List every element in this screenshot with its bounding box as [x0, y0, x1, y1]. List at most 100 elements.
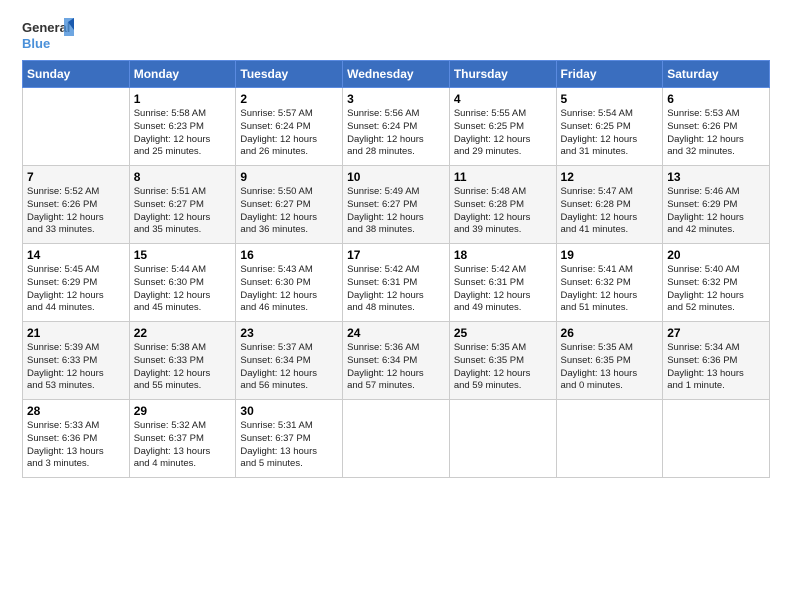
day-info: Sunrise: 5:57 AM Sunset: 6:24 PM Dayligh… [240, 108, 338, 159]
logo: General Blue [22, 18, 74, 54]
calendar-cell [343, 400, 450, 478]
day-info: Sunrise: 5:53 AM Sunset: 6:26 PM Dayligh… [667, 108, 765, 159]
weekday-header-thursday: Thursday [449, 61, 556, 88]
day-number: 3 [347, 92, 445, 106]
calendar-cell: 15 Sunrise: 5:44 AM Sunset: 6:30 PM Dayli… [129, 244, 236, 322]
calendar-cell: 19Sunrise: 5:41 AM Sunset: 6:32 PM Dayli… [556, 244, 663, 322]
day-number: 21 [27, 326, 125, 340]
day-number: 12 [561, 170, 659, 184]
calendar-table: SundayMondayTuesdayWednesdayThursdayFrid… [22, 60, 770, 478]
day-number: 25 [454, 326, 552, 340]
day-info: Sunrise: 5:42 AM Sunset: 6:31 PM Dayligh… [454, 264, 552, 315]
week-row-1: 1 Sunrise: 5:58 AM Sunset: 6:23 PM Daylig… [23, 88, 770, 166]
weekday-header-tuesday: Tuesday [236, 61, 343, 88]
logo-svg: General Blue [22, 18, 74, 54]
day-info: Sunrise: 5:34 AM Sunset: 6:36 PM Dayligh… [667, 342, 765, 393]
page-container: General Blue SundayMondayTuesdayWednesda… [0, 0, 792, 492]
calendar-cell: 20 Sunrise: 5:40 AM Sunset: 6:32 PM Dayli… [663, 244, 770, 322]
day-number: 9 [240, 170, 338, 184]
weekday-header-monday: Monday [129, 61, 236, 88]
day-number: 10 [347, 170, 445, 184]
calendar-cell: 26Sunrise: 5:35 AM Sunset: 6:35 PM Dayli… [556, 322, 663, 400]
day-info: Sunrise: 5:55 AM Sunset: 6:25 PM Dayligh… [454, 108, 552, 159]
calendar-cell: 14Sunrise: 5:45 AM Sunset: 6:29 PM Dayli… [23, 244, 130, 322]
day-info: Sunrise: 5:54 AM Sunset: 6:25 PM Dayligh… [561, 108, 659, 159]
day-info: Sunrise: 5:37 AM Sunset: 6:34 PM Dayligh… [240, 342, 338, 393]
day-number: 5 [561, 92, 659, 106]
calendar-cell: 28 Sunrise: 5:33 AM Sunset: 6:36 PM Dayli… [23, 400, 130, 478]
day-number: 6 [667, 92, 765, 106]
weekday-header-friday: Friday [556, 61, 663, 88]
day-info: Sunrise: 5:48 AM Sunset: 6:28 PM Dayligh… [454, 186, 552, 237]
day-info: Sunrise: 5:51 AM Sunset: 6:27 PM Dayligh… [134, 186, 232, 237]
calendar-cell: 11 Sunrise: 5:48 AM Sunset: 6:28 PM Dayli… [449, 166, 556, 244]
calendar-cell: 23 Sunrise: 5:37 AM Sunset: 6:34 PM Dayli… [236, 322, 343, 400]
calendar-cell: 21 Sunrise: 5:39 AM Sunset: 6:33 PM Dayli… [23, 322, 130, 400]
day-number: 28 [27, 404, 125, 418]
weekday-header-sunday: Sunday [23, 61, 130, 88]
day-number: 8 [134, 170, 232, 184]
calendar-cell: 7 Sunrise: 5:52 AM Sunset: 6:26 PM Daylig… [23, 166, 130, 244]
day-info: Sunrise: 5:45 AM Sunset: 6:29 PM Dayligh… [27, 264, 125, 315]
day-number: 13 [667, 170, 765, 184]
day-number: 4 [454, 92, 552, 106]
day-info: Sunrise: 5:52 AM Sunset: 6:26 PM Dayligh… [27, 186, 125, 237]
day-number: 18 [454, 248, 552, 262]
calendar-cell: 10 Sunrise: 5:49 AM Sunset: 6:27 PM Dayli… [343, 166, 450, 244]
day-number: 27 [667, 326, 765, 340]
day-info: Sunrise: 5:58 AM Sunset: 6:23 PM Dayligh… [134, 108, 232, 159]
week-row-3: 14Sunrise: 5:45 AM Sunset: 6:29 PM Dayli… [23, 244, 770, 322]
calendar-cell [556, 400, 663, 478]
day-info: Sunrise: 5:44 AM Sunset: 6:30 PM Dayligh… [134, 264, 232, 315]
week-row-5: 28 Sunrise: 5:33 AM Sunset: 6:36 PM Dayli… [23, 400, 770, 478]
calendar-cell: 13 Sunrise: 5:46 AM Sunset: 6:29 PM Dayli… [663, 166, 770, 244]
calendar-cell: 6 Sunrise: 5:53 AM Sunset: 6:26 PM Daylig… [663, 88, 770, 166]
svg-text:Blue: Blue [22, 36, 50, 51]
day-number: 17 [347, 248, 445, 262]
day-number: 22 [134, 326, 232, 340]
day-info: Sunrise: 5:35 AM Sunset: 6:35 PM Dayligh… [454, 342, 552, 393]
calendar-cell: 29Sunrise: 5:32 AM Sunset: 6:37 PM Dayli… [129, 400, 236, 478]
day-number: 11 [454, 170, 552, 184]
day-info: Sunrise: 5:31 AM Sunset: 6:37 PM Dayligh… [240, 420, 338, 471]
week-row-2: 7 Sunrise: 5:52 AM Sunset: 6:26 PM Daylig… [23, 166, 770, 244]
calendar-cell: 18 Sunrise: 5:42 AM Sunset: 6:31 PM Dayli… [449, 244, 556, 322]
day-info: Sunrise: 5:49 AM Sunset: 6:27 PM Dayligh… [347, 186, 445, 237]
calendar-cell: 17 Sunrise: 5:42 AM Sunset: 6:31 PM Dayli… [343, 244, 450, 322]
calendar-cell: 4 Sunrise: 5:55 AM Sunset: 6:25 PM Daylig… [449, 88, 556, 166]
calendar-cell [663, 400, 770, 478]
calendar-cell [449, 400, 556, 478]
calendar-cell: 3 Sunrise: 5:56 AM Sunset: 6:24 PM Daylig… [343, 88, 450, 166]
day-info: Sunrise: 5:43 AM Sunset: 6:30 PM Dayligh… [240, 264, 338, 315]
day-info: Sunrise: 5:56 AM Sunset: 6:24 PM Dayligh… [347, 108, 445, 159]
day-info: Sunrise: 5:46 AM Sunset: 6:29 PM Dayligh… [667, 186, 765, 237]
day-number: 24 [347, 326, 445, 340]
day-number: 1 [134, 92, 232, 106]
calendar-cell: 30 Sunrise: 5:31 AM Sunset: 6:37 PM Dayli… [236, 400, 343, 478]
header: General Blue [22, 18, 770, 54]
weekday-header-wednesday: Wednesday [343, 61, 450, 88]
day-number: 23 [240, 326, 338, 340]
day-number: 15 [134, 248, 232, 262]
day-info: Sunrise: 5:33 AM Sunset: 6:36 PM Dayligh… [27, 420, 125, 471]
day-number: 30 [240, 404, 338, 418]
calendar-cell: 22 Sunrise: 5:38 AM Sunset: 6:33 PM Dayli… [129, 322, 236, 400]
calendar-cell: 8 Sunrise: 5:51 AM Sunset: 6:27 PM Daylig… [129, 166, 236, 244]
day-number: 7 [27, 170, 125, 184]
weekday-header-saturday: Saturday [663, 61, 770, 88]
calendar-cell: 25 Sunrise: 5:35 AM Sunset: 6:35 PM Dayli… [449, 322, 556, 400]
week-row-4: 21 Sunrise: 5:39 AM Sunset: 6:33 PM Dayli… [23, 322, 770, 400]
day-info: Sunrise: 5:39 AM Sunset: 6:33 PM Dayligh… [27, 342, 125, 393]
day-info: Sunrise: 5:38 AM Sunset: 6:33 PM Dayligh… [134, 342, 232, 393]
day-info: Sunrise: 5:42 AM Sunset: 6:31 PM Dayligh… [347, 264, 445, 315]
calendar-cell: 16Sunrise: 5:43 AM Sunset: 6:30 PM Dayli… [236, 244, 343, 322]
calendar-cell: 24Sunrise: 5:36 AM Sunset: 6:34 PM Dayli… [343, 322, 450, 400]
day-info: Sunrise: 5:41 AM Sunset: 6:32 PM Dayligh… [561, 264, 659, 315]
day-number: 29 [134, 404, 232, 418]
calendar-cell: 1 Sunrise: 5:58 AM Sunset: 6:23 PM Daylig… [129, 88, 236, 166]
day-number: 20 [667, 248, 765, 262]
day-info: Sunrise: 5:40 AM Sunset: 6:32 PM Dayligh… [667, 264, 765, 315]
calendar-cell: 9Sunrise: 5:50 AM Sunset: 6:27 PM Daylig… [236, 166, 343, 244]
weekday-header-row: SundayMondayTuesdayWednesdayThursdayFrid… [23, 61, 770, 88]
calendar-cell: 12Sunrise: 5:47 AM Sunset: 6:28 PM Dayli… [556, 166, 663, 244]
